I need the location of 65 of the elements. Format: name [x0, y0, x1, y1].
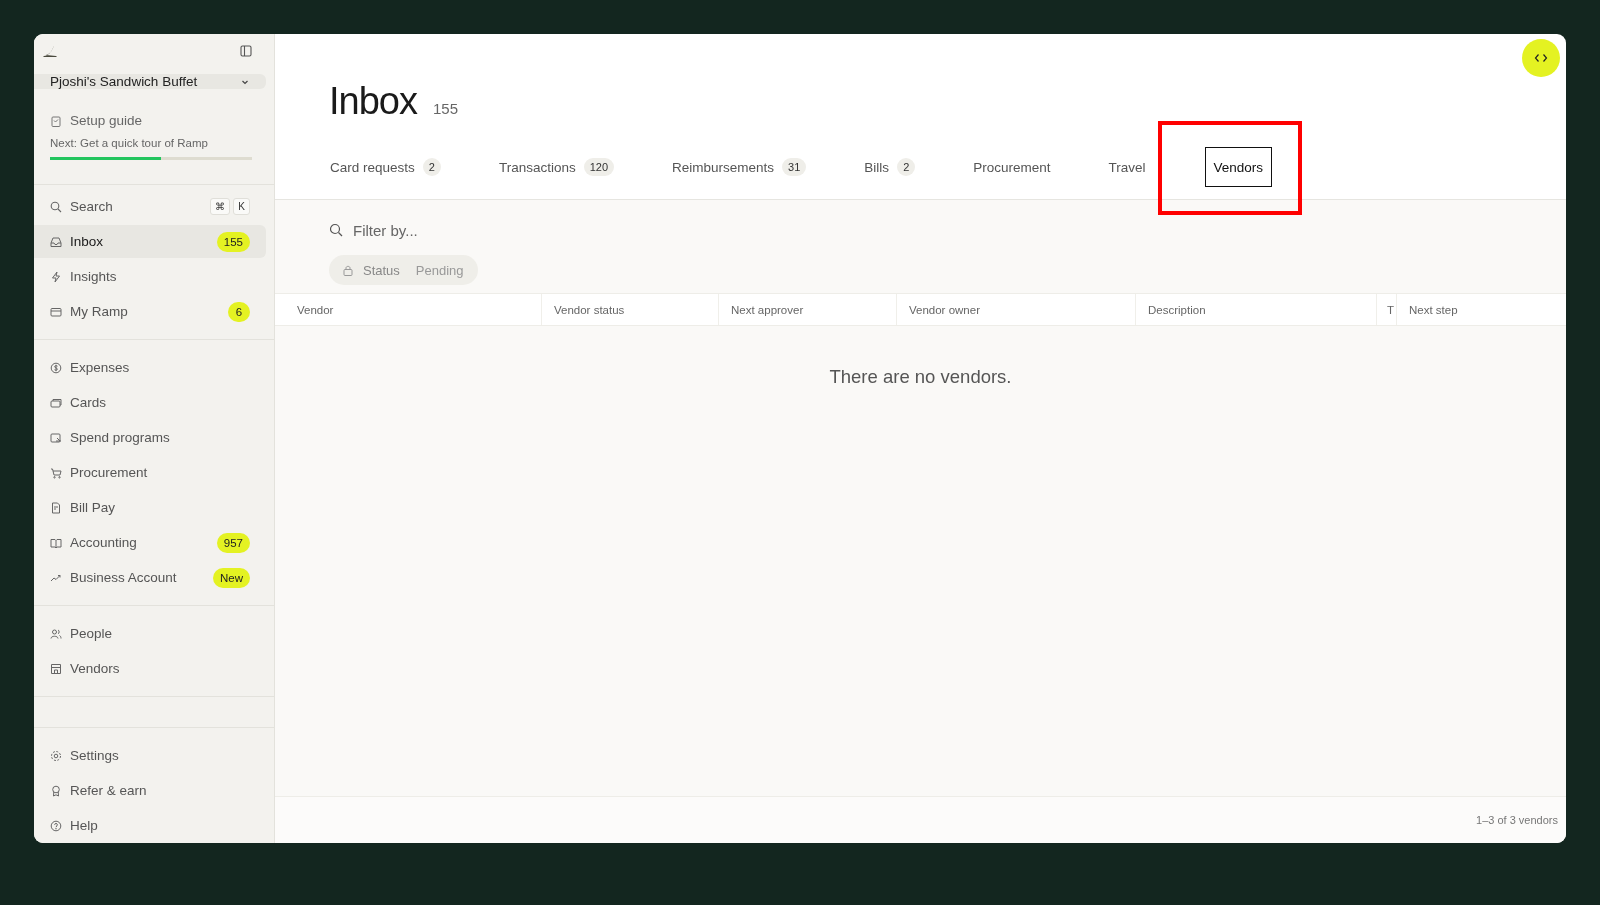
page-title: Inbox [329, 80, 417, 123]
count-badge: 957 [216, 532, 250, 553]
sidebar-item[interactable]: Refer & earn [34, 774, 266, 807]
sidebar-item[interactable]: People [34, 617, 266, 650]
tab[interactable]: Reimbursements 31 [663, 147, 816, 187]
count-badge: New [213, 567, 250, 588]
gear-icon [50, 749, 62, 762]
logo-icon [42, 44, 58, 59]
sidebar-item[interactable]: Spend programs [34, 421, 266, 454]
shortcut-key: K [233, 198, 250, 215]
tab[interactable]: Bills 2 [855, 147, 925, 187]
count-badge: 6 [228, 301, 250, 322]
column-header: T [1376, 294, 1396, 325]
tab[interactable]: Travel [1099, 147, 1155, 187]
page-count: 155 [432, 100, 458, 117]
search-nav-item[interactable]: Search ⌘ K [34, 190, 266, 223]
tab[interactable]: Transactions 120 [489, 147, 624, 187]
search-icon [329, 223, 343, 237]
clipboard-icon [50, 115, 62, 127]
empty-state-message: There are no vendors. [829, 366, 1012, 389]
sidebar-item[interactable]: Accounting 957 [34, 526, 266, 559]
store-icon [50, 662, 62, 675]
shortcut-key: ⌘ [210, 198, 231, 215]
sidebar-item[interactable]: Cards [34, 386, 266, 419]
sidebar-item[interactable]: Help [34, 809, 266, 842]
count-badge: 155 [216, 231, 250, 252]
sidebar-item[interactable]: Vendors [34, 652, 266, 685]
column-header: Vendor [296, 302, 335, 318]
column-header: Next approver [718, 294, 896, 325]
sidebar-item[interactable]: Insights [34, 260, 266, 293]
column-header: Vendor status [541, 294, 718, 325]
filter-field[interactable]: Filter by... [351, 220, 615, 240]
chip-value: Pending [415, 262, 464, 278]
bill-icon [50, 501, 62, 514]
setup-guide-link[interactable]: Setup guide [50, 113, 252, 129]
cart-icon [50, 466, 62, 479]
help-icon [50, 819, 62, 832]
cards-icon [50, 396, 62, 409]
book-icon [50, 536, 62, 549]
column-header: Next step [1396, 294, 1566, 325]
inbox-icon [50, 235, 62, 248]
sidebar-item[interactable]: Business Account New [34, 561, 266, 594]
column-header: Vendor owner [896, 294, 1135, 325]
dollar-icon [50, 361, 62, 374]
award-icon [50, 784, 62, 797]
sidebar-toggle-icon[interactable] [240, 45, 252, 58]
code-toggle-button[interactable] [1522, 39, 1560, 77]
setup-next-step: Next: Get a quick tour of Ramp [50, 137, 252, 150]
code-icon [1534, 53, 1548, 63]
search-icon [50, 200, 62, 213]
bolt-icon [50, 270, 62, 283]
tab[interactable]: Vendors [1204, 147, 1273, 187]
sidebar-item[interactable]: Expenses [34, 351, 266, 384]
workspace-dropdown[interactable]: Pjoshi's Sandwich Buffet [34, 74, 266, 90]
sidebar-item[interactable]: My Ramp 6 [34, 295, 266, 328]
column-header: Description [1135, 294, 1376, 325]
chip-label: Status [363, 262, 400, 278]
tab[interactable]: Procurement [964, 147, 1060, 187]
sidebar-item[interactable]: Settings [34, 739, 266, 772]
people-icon [50, 627, 62, 640]
sidebar-item[interactable]: Bill Pay [34, 491, 266, 524]
sidebar-item[interactable]: Inbox 155 [34, 225, 266, 258]
pagination-summary: 1–3 of 3 vendors [1476, 814, 1558, 826]
sidebar-item[interactable]: Procurement [34, 456, 266, 489]
tab[interactable]: Card requests 2 [329, 147, 450, 187]
